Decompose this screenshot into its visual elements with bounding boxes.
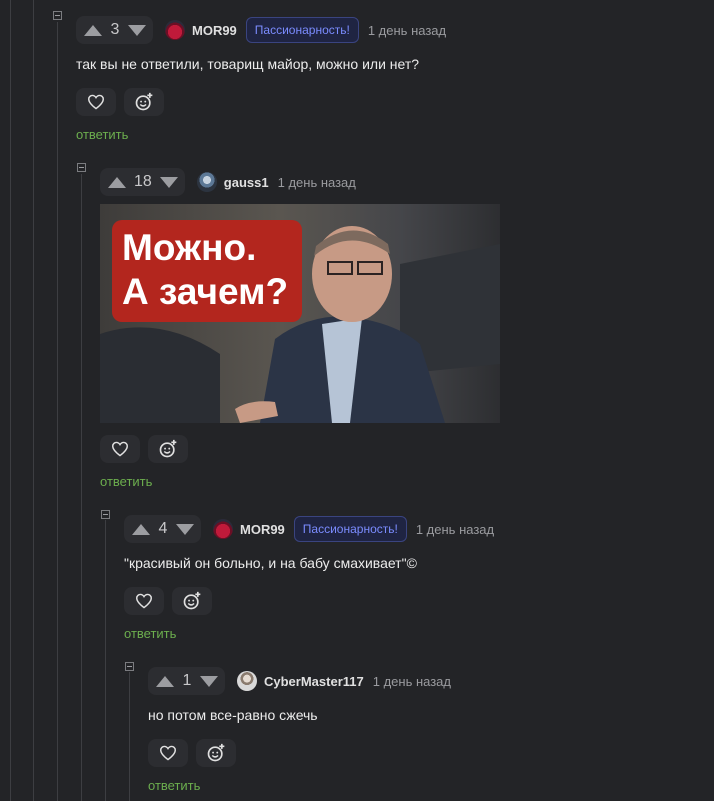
vote-box: 3 xyxy=(76,16,153,44)
smile-plus-icon xyxy=(135,92,153,111)
heart-icon xyxy=(111,441,129,457)
arrow-down-icon[interactable] xyxy=(200,675,218,687)
username[interactable]: CyberMaster117 xyxy=(264,674,364,689)
comment-header: 3 MOR99 Пассионарность! 1 день назад xyxy=(76,15,446,45)
username[interactable]: MOR99 xyxy=(192,23,237,38)
comment-score: 4 xyxy=(158,520,168,537)
like-button[interactable] xyxy=(100,435,140,463)
vote-box: 18 xyxy=(100,168,185,196)
arrow-down-icon[interactable] xyxy=(159,176,178,188)
timestamp[interactable]: 1 день назад xyxy=(416,522,494,537)
timestamp[interactable]: 1 день назад xyxy=(368,23,446,38)
collapse-thread-icon[interactable] xyxy=(77,163,86,172)
comment: 1 CyberMaster117 1 день назад но потом в… xyxy=(148,666,708,801)
thread-line[interactable] xyxy=(105,520,106,801)
collapse-thread-icon[interactable] xyxy=(53,11,62,20)
heart-icon xyxy=(87,94,105,110)
avatar[interactable] xyxy=(237,671,257,691)
reply-link[interactable]: ответить xyxy=(100,474,152,489)
thread-line[interactable] xyxy=(81,174,82,801)
comment-image[interactable]: Можно. А зачем? xyxy=(100,204,500,423)
comment-header: 1 CyberMaster117 1 день назад xyxy=(148,666,451,696)
comment-text: "красивый он больно, и на бабу смахивает… xyxy=(124,555,417,571)
smile-plus-icon xyxy=(183,591,201,610)
smile-plus-icon xyxy=(159,439,177,458)
reply-link[interactable]: ответить xyxy=(148,778,200,793)
reaction-button[interactable] xyxy=(148,435,188,463)
comment: 3 MOR99 Пассионарность! 1 день назад так… xyxy=(76,15,696,155)
image-caption-box: Можно. А зачем? xyxy=(112,220,303,322)
comment-text: но потом все-равно сжечь xyxy=(148,707,318,723)
comment-actions xyxy=(148,739,244,767)
vote-box: 4 xyxy=(124,515,201,543)
comment-actions xyxy=(124,587,220,615)
comment-score: 18 xyxy=(134,173,152,190)
reaction-button[interactable] xyxy=(196,739,236,767)
like-button[interactable] xyxy=(76,88,116,116)
like-button[interactable] xyxy=(124,587,164,615)
comment-score: 1 xyxy=(182,672,192,689)
avatar[interactable] xyxy=(165,20,185,40)
image-caption-line: Можно. xyxy=(122,227,257,268)
reaction-button[interactable] xyxy=(124,88,164,116)
comment-text: так вы не ответили, товарищ майор, можно… xyxy=(76,56,420,72)
comment-header: 18 gauss1 1 день назад xyxy=(100,167,356,197)
collapse-thread-icon[interactable] xyxy=(125,662,134,671)
user-badge[interactable]: Пассионарность! xyxy=(293,516,407,542)
avatar[interactable] xyxy=(213,519,233,539)
arrow-up-icon[interactable] xyxy=(84,24,102,36)
thread-line xyxy=(33,0,34,801)
arrow-up-icon[interactable] xyxy=(108,176,126,188)
timestamp[interactable]: 1 день назад xyxy=(278,175,356,190)
comment-header: 4 MOR99 Пассионарность! 1 день назад xyxy=(124,514,494,544)
comment-actions xyxy=(100,435,196,463)
comment-actions xyxy=(76,88,172,116)
thread-line xyxy=(10,0,11,801)
avatar[interactable] xyxy=(196,172,217,192)
arrow-down-icon[interactable] xyxy=(128,24,146,36)
heart-icon xyxy=(159,745,177,761)
arrow-up-icon[interactable] xyxy=(132,523,150,535)
username[interactable]: MOR99 xyxy=(240,522,285,537)
reaction-button[interactable] xyxy=(172,587,212,615)
image-caption-line: А зачем? xyxy=(122,271,289,312)
comment: 18 gauss1 1 день назад Можно. А зачем? о… xyxy=(100,167,700,497)
smile-plus-icon xyxy=(207,743,225,762)
username[interactable]: gauss1 xyxy=(224,175,269,190)
collapse-thread-icon[interactable] xyxy=(101,510,110,519)
reply-link[interactable]: ответить xyxy=(76,127,128,142)
thread-line[interactable] xyxy=(129,672,130,801)
comment: 4 MOR99 Пассионарность! 1 день назад "кр… xyxy=(124,514,704,654)
thread-line[interactable] xyxy=(57,22,58,801)
reply-link[interactable]: ответить xyxy=(124,626,176,641)
comment-score: 3 xyxy=(110,21,120,38)
like-button[interactable] xyxy=(148,739,188,767)
arrow-down-icon[interactable] xyxy=(176,523,194,535)
vote-box: 1 xyxy=(148,667,225,695)
arrow-up-icon[interactable] xyxy=(156,675,174,687)
heart-icon xyxy=(135,593,153,609)
user-badge[interactable]: Пассионарность! xyxy=(245,17,359,43)
timestamp[interactable]: 1 день назад xyxy=(373,674,451,689)
